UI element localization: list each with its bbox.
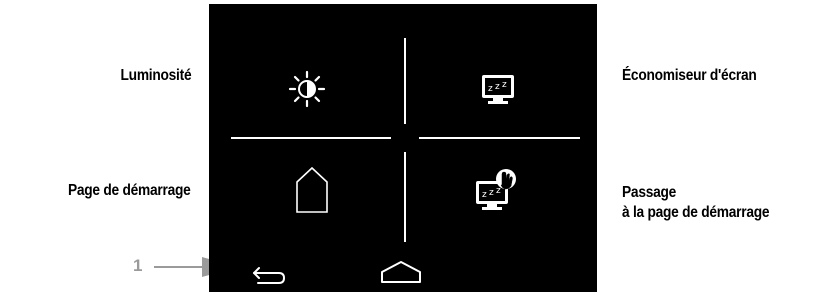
svg-text:z: z: [488, 84, 493, 94]
brightness-icon[interactable]: [288, 70, 326, 108]
svg-text:z: z: [496, 186, 501, 196]
grid-dividers: [231, 38, 580, 242]
svg-text:z: z: [482, 190, 487, 200]
svg-text:z: z: [495, 82, 500, 92]
screensaver-touch-icon[interactable]: z z z: [476, 169, 516, 210]
home-outline-icon[interactable]: [296, 166, 328, 213]
device-screen: z z z z z z: [209, 4, 597, 292]
screensaver-icon[interactable]: z z z: [482, 75, 514, 104]
svg-text:z: z: [489, 188, 494, 198]
back-icon[interactable]: [253, 267, 286, 284]
home-nav-icon[interactable]: [381, 261, 421, 283]
svg-text:z: z: [502, 80, 507, 90]
